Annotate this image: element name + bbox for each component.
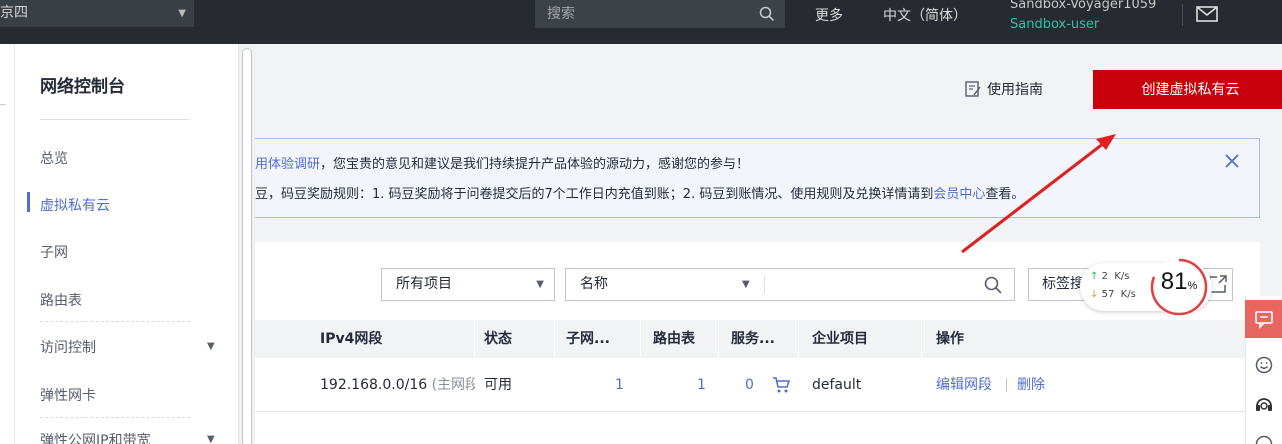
- chevron-down-icon[interactable]: ▼: [742, 269, 750, 300]
- survey-notice: 用体验调研，您宝贵的意见和建议是我们持续提升产品体验的源动力，感谢您的参与！ 豆…: [255, 138, 1260, 218]
- chevron-down-icon[interactable]: ▼: [207, 434, 215, 444]
- search-field-group[interactable]: 名称 ▼: [565, 268, 1015, 301]
- sidebar-item-eip[interactable]: 弹性公网IP和带宽: [40, 430, 151, 444]
- active-indicator: [27, 192, 30, 212]
- upload-unit: K/s: [1114, 271, 1130, 282]
- sidebar-item-eni[interactable]: 弹性网卡: [40, 385, 96, 405]
- member-center-link[interactable]: 会员中心: [933, 187, 985, 202]
- divider: [1182, 4, 1183, 26]
- help-icon[interactable]: [1254, 434, 1274, 444]
- project-filter-value: 所有项目: [396, 276, 452, 292]
- top-bar: 京四 ▼ 搜索 更多 中文（简体） Sandbox-Voyager1059 Sa…: [0, 0, 1282, 44]
- search-attribute[interactable]: 名称: [580, 276, 608, 292]
- memory-usage-value: 81%: [1160, 268, 1198, 295]
- scrollbar-thumb[interactable]: [242, 48, 252, 444]
- sidebar-scrollbar[interactable]: [238, 44, 255, 444]
- column-subnets: 子网...: [566, 331, 610, 347]
- route-tables-count-link[interactable]: 1: [697, 358, 706, 412]
- feedback-icon[interactable]: [1254, 309, 1274, 329]
- edit-cidr-link[interactable]: 编辑网段: [936, 358, 992, 412]
- notice-line-1: 用体验调研，您宝贵的意见和建议是我们持续提升产品体验的源动力，感谢您的参与！: [255, 153, 749, 172]
- table-header: IPv4网段 状态 子网... 路由表 服务... 企业项目 操作: [255, 320, 1260, 358]
- column-services: 服务...: [731, 331, 775, 347]
- smile-icon[interactable]: [1254, 355, 1274, 375]
- column-ipv4: IPv4网段: [320, 331, 383, 347]
- notice-line-2: 豆，码豆奖励规则：1. 码豆奖励将于问卷提交后的7个工作日内充值到账；2. 码豆…: [255, 183, 1024, 202]
- sidebar-item-overview[interactable]: 总览: [40, 148, 68, 168]
- sidebar-title: 网络控制台: [40, 77, 125, 97]
- upload-speed: ↑ 2 K/s: [1090, 271, 1129, 282]
- survey-link[interactable]: 用体验调研: [255, 157, 320, 172]
- mail-icon[interactable]: [1196, 6, 1218, 22]
- arrow-up-icon: ↑: [1090, 271, 1099, 282]
- divider: [1006, 378, 1007, 392]
- table-row: 192.168.0.0/16 (主网段 可用 1 1 0 default 编辑网…: [255, 358, 1260, 412]
- download-speed: ↓ 57 K/s: [1090, 289, 1136, 300]
- download-unit: K/s: [1120, 289, 1136, 300]
- service-nav-strip: [0, 44, 15, 444]
- column-enterprise-project: 企业项目: [812, 331, 868, 347]
- region-selector[interactable]: 京四 ▼: [0, 0, 194, 27]
- notice-text-2: 豆，码豆奖励规则：1. 码豆奖励将于问卷提交后的7个工作日内充值到账；2. 码豆…: [255, 187, 934, 202]
- divider: [40, 321, 190, 322]
- chevron-down-icon[interactable]: ▼: [207, 341, 215, 352]
- usage-guide-label: 使用指南: [987, 82, 1043, 98]
- column-status: 状态: [484, 331, 512, 347]
- divider: [764, 275, 765, 294]
- cart-icon[interactable]: [772, 376, 790, 394]
- project-filter-select[interactable]: 所有项目 ▼: [381, 268, 555, 301]
- delete-link[interactable]: 删除: [1017, 358, 1045, 412]
- cidr-value: 192.168.0.0/16: [320, 377, 428, 393]
- chevron-down-icon: ▼: [536, 279, 544, 290]
- chevron-down-icon: ▼: [178, 8, 186, 19]
- notice-text-1: ，您宝贵的意见和建议是我们持续提升产品体验的源动力，感谢您的参与！: [320, 157, 750, 172]
- notice-text-3: 查看。: [985, 187, 1025, 202]
- cidr-cell: 192.168.0.0/16 (主网段: [320, 358, 475, 412]
- divider: [40, 417, 190, 418]
- sidebar-item-subnet[interactable]: 子网: [40, 242, 68, 262]
- guide-icon: [965, 81, 981, 97]
- subnets-count-link[interactable]: 1: [615, 358, 624, 412]
- username: Sandbox-Voyager1059: [1010, 0, 1157, 12]
- column-route-tables: 路由表: [653, 331, 695, 347]
- sidebar-item-vpc[interactable]: 虚拟私有云: [40, 195, 110, 215]
- cidr-note: (主网段: [431, 377, 475, 393]
- sidebar-item-access-control[interactable]: 访问控制: [40, 337, 96, 357]
- main-content: 使用指南 创建虚拟私有云 用体验调研，您宝贵的意见和建议是我们持续提升产品体验的…: [255, 44, 1282, 444]
- sidebar-item-route-table[interactable]: 路由表: [40, 290, 82, 310]
- arrow-down-icon: ↓: [1090, 289, 1099, 300]
- divider: [40, 119, 190, 120]
- services-count-link[interactable]: 0: [745, 358, 754, 412]
- close-icon[interactable]: [1224, 153, 1240, 169]
- search-icon[interactable]: [984, 276, 1002, 294]
- create-vpc-button[interactable]: 创建虚拟私有云: [1093, 70, 1282, 109]
- user-menu[interactable]: Sandbox-Voyager1059 Sandbox-user: [1010, 0, 1156, 35]
- status-cell: 可用: [484, 377, 512, 393]
- headset-icon[interactable]: [1254, 395, 1274, 415]
- search-icon[interactable]: [759, 6, 775, 22]
- percent-sign: %: [1187, 280, 1198, 292]
- sidebar: 网络控制台 总览 虚拟私有云 子网 路由表 访问控制 ▼ 弹性网卡 弹性公网IP…: [15, 44, 238, 444]
- language-switch[interactable]: 中文（简体）: [883, 5, 967, 25]
- usage-guide-link[interactable]: 使用指南: [964, 79, 1043, 99]
- enterprise-project-cell: default: [812, 377, 862, 393]
- column-operations: 操作: [936, 331, 964, 347]
- subuser-name: Sandbox-user: [1010, 17, 1100, 32]
- search-placeholder: 搜索: [547, 6, 575, 22]
- download-value: 57: [1101, 289, 1115, 300]
- tag-search-label: 标签搜: [1042, 276, 1084, 292]
- region-label: 京四: [0, 5, 28, 21]
- more-menu[interactable]: 更多: [815, 5, 843, 25]
- upload-value: 2: [1101, 271, 1108, 282]
- global-search-input[interactable]: 搜索: [535, 0, 785, 28]
